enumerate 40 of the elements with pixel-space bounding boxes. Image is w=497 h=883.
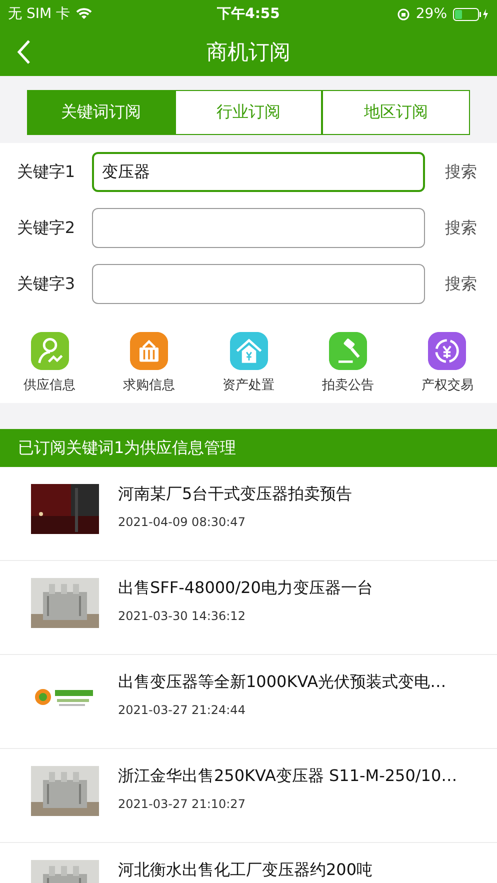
house-icon[interactable] [230, 332, 268, 370]
category-label[interactable]: 求购信息 [123, 376, 176, 394]
section-header: 已订阅关键词1为供应信息管理 [0, 429, 497, 467]
item-title[interactable]: 出售变压器等全新1000KVA光伏预装式变电… [118, 672, 446, 693]
item-date: 2021-03-27 21:24:44 [118, 703, 246, 717]
tab[interactable]: 地区订阅 [322, 90, 470, 135]
rotation-lock-icon [396, 8, 410, 20]
item-title[interactable]: 出售SFF-48000/20电力变压器一台 [118, 578, 373, 599]
exchange-icon[interactable] [428, 332, 466, 370]
search-button[interactable]: 搜索 [445, 162, 477, 182]
carrier-text: 无 SIM 卡 [8, 5, 70, 23]
category-label[interactable]: 供应信息 [24, 376, 76, 394]
field-label: 关键字2 [16, 218, 76, 238]
category-label[interactable]: 资产处置 [222, 376, 275, 394]
page-title: 商机订阅 [206, 40, 290, 64]
search-button[interactable]: 搜索 [445, 218, 477, 238]
wifi-icon [76, 8, 92, 20]
item-title[interactable]: 河南某厂5台干式变压器拍卖预告 [118, 484, 352, 505]
keyword-field[interactable] [92, 208, 425, 248]
battery-icon [453, 8, 490, 20]
person-icon[interactable] [30, 332, 69, 370]
keyword-field[interactable]: 变压器 [92, 152, 425, 192]
category-label[interactable]: 产权交易 [421, 376, 474, 394]
gavel-icon[interactable] [328, 332, 367, 370]
item-date: 2021-03-30 14:36:12 [118, 609, 246, 623]
item-title[interactable]: 河北衡水出售化工厂变压器约200吨 [118, 860, 373, 881]
tab[interactable]: 行业订阅 [174, 90, 322, 135]
item-date: 2021-03-27 21:10:27 [118, 797, 246, 811]
field-label: 关键字1 [16, 162, 76, 182]
field-label: 关键字3 [16, 274, 76, 294]
item-date: 2021-04-09 08:30:47 [118, 515, 246, 529]
item-title[interactable]: 浙江金华出售250KVA变压器 S11-M-250/10… [118, 766, 458, 787]
search-button[interactable]: 搜索 [445, 274, 477, 294]
status-time: 下午4:55 [217, 5, 280, 23]
back-icon[interactable] [16, 39, 32, 65]
category-label[interactable]: 拍卖公告 [322, 376, 374, 394]
tab[interactable]: 关键词订阅 [27, 90, 175, 135]
battery-percent: 29% [416, 6, 448, 22]
keyword-field[interactable] [92, 264, 425, 304]
basket-icon[interactable] [130, 332, 168, 370]
